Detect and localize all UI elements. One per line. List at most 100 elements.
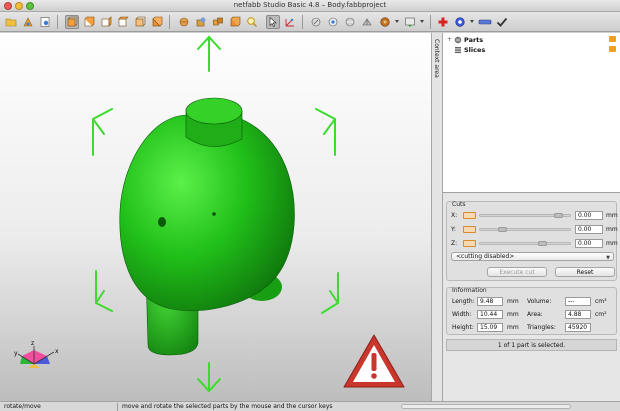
- area-value: 4.88: [565, 310, 591, 319]
- cut-row-y: Y: 0.00 mm: [451, 225, 618, 235]
- axis-triad: z y x: [14, 340, 59, 368]
- length-label: Length:: [452, 298, 475, 305]
- cut-x-toggle[interactable]: [463, 212, 476, 219]
- right-panel: + Parts Slices Cuts X: 0.00 mm Y: 0.00 m…: [443, 33, 620, 401]
- area-unit: cm²: [595, 311, 607, 318]
- axis-y-label: y: [14, 350, 18, 357]
- slider-knob[interactable]: [498, 227, 507, 232]
- 3d-model-body[interactable]: [119, 97, 295, 311]
- red-plus-icon[interactable]: [436, 15, 450, 29]
- folder-open-icon[interactable]: [4, 15, 18, 29]
- axis-label: Z:: [451, 240, 458, 247]
- repair-icon[interactable]: [309, 15, 323, 29]
- status-message: move and rotate the selected parts by th…: [122, 403, 333, 410]
- axis-x-label: x: [55, 348, 59, 355]
- axis-label: X:: [451, 212, 458, 219]
- height-value: 15.09: [477, 323, 503, 332]
- triangles-label: Triangles:: [527, 324, 556, 331]
- cut-y-slider[interactable]: [479, 227, 571, 232]
- cuts-group: Cuts X: 0.00 mm Y: 0.00 mm Z: 0.00 mm <c…: [446, 201, 618, 281]
- cut-x-slider[interactable]: [479, 213, 571, 218]
- tree-item-label: Slices: [464, 45, 486, 54]
- settings-icon[interactable]: [38, 15, 52, 29]
- execute-cut-button[interactable]: Execute cut: [487, 267, 547, 277]
- magnifier-icon[interactable]: [245, 15, 259, 29]
- cutting-mode-select[interactable]: <cutting disabled> ▼: [451, 252, 614, 261]
- slider-knob[interactable]: [554, 213, 563, 218]
- title-bar: netfabb Studio Basic 4.8 – Body.fabbproj…: [0, 0, 620, 12]
- cursor-icon[interactable]: [266, 15, 280, 29]
- tree-item-label: Parts: [464, 35, 484, 44]
- chevron-down-icon: ▼: [606, 255, 610, 261]
- window-title: netfabb Studio Basic 4.8 – Body.fabbproj…: [233, 1, 387, 9]
- materials-icon[interactable]: [378, 15, 392, 29]
- expand-icon[interactable]: +: [447, 36, 452, 43]
- axis-z-label: z: [31, 340, 34, 347]
- selection-status: 1 of 1 part is selected.: [446, 339, 617, 351]
- volume-value: ---: [565, 297, 591, 306]
- cube-iso-icon[interactable]: [177, 15, 191, 29]
- tree-item-slices[interactable]: Slices: [447, 45, 485, 54]
- cut-x-input[interactable]: 0.00: [575, 211, 603, 220]
- unit-label: mm: [606, 212, 618, 219]
- cut-z-slider[interactable]: [479, 241, 571, 246]
- height-unit: mm: [507, 324, 519, 331]
- add-part-icon[interactable]: [21, 15, 35, 29]
- analyze-icon[interactable]: [326, 15, 340, 29]
- tree-item-parts[interactable]: + Parts: [447, 35, 483, 44]
- minus-bar-icon[interactable]: [477, 15, 493, 29]
- slider-knob[interactable]: [538, 241, 547, 246]
- cube-group-icon[interactable]: [211, 15, 225, 29]
- cut-z-toggle[interactable]: [463, 240, 476, 247]
- measure-icon[interactable]: [283, 15, 297, 29]
- axis-label: Y:: [451, 226, 456, 233]
- slices-icon: [455, 46, 461, 53]
- unit-label: mm: [606, 226, 618, 233]
- cut-z-input[interactable]: 0.00: [575, 239, 603, 248]
- warning-triangle-icon[interactable]: [343, 334, 405, 388]
- gear-icon[interactable]: [453, 15, 467, 29]
- volume-unit: cm³: [595, 298, 607, 305]
- cut-row-x: X: 0.00 mm: [451, 211, 618, 221]
- cut-y-input[interactable]: 0.00: [575, 225, 603, 234]
- width-label: Width:: [452, 311, 472, 318]
- parts-icon: [454, 36, 462, 43]
- status-scrollbar[interactable]: [401, 404, 571, 409]
- project-tree: + Parts Slices: [443, 33, 620, 193]
- cube-solid-icon[interactable]: [228, 15, 242, 29]
- volume-label: Volume:: [527, 298, 552, 305]
- mesh-icon[interactable]: [343, 15, 357, 29]
- slices-badge-icon: [609, 46, 616, 52]
- triangles-value: 45920: [565, 323, 591, 332]
- cuts-title: Cuts: [452, 201, 466, 208]
- 3d-viewport[interactable]: z y x: [0, 33, 431, 401]
- width-unit: mm: [507, 311, 519, 318]
- toolbar: [0, 12, 620, 32]
- cube-back-icon[interactable]: [82, 15, 96, 29]
- information-title: Information: [452, 287, 487, 294]
- cutting-mode-value: <cutting disabled>: [456, 253, 515, 260]
- area-label: Area:: [527, 311, 543, 318]
- width-value: 10.44: [477, 310, 503, 319]
- cube-front-iso-icon[interactable]: [194, 15, 208, 29]
- cube-left-icon[interactable]: [99, 15, 113, 29]
- cube-bottom-icon[interactable]: [150, 15, 164, 29]
- context-area-tab[interactable]: Context area: [431, 33, 443, 401]
- information-group: Information Length: 9.48 mm Width: 10.44…: [446, 287, 617, 335]
- cut-row-z: Z: 0.00 mm: [451, 239, 618, 249]
- unit-label: mm: [606, 240, 618, 247]
- checkmark-icon[interactable]: [495, 15, 509, 29]
- cut-y-toggle[interactable]: [463, 226, 476, 233]
- cube-top-icon[interactable]: [133, 15, 147, 29]
- support-icon[interactable]: [360, 15, 374, 29]
- reset-button[interactable]: Reset: [555, 267, 615, 277]
- status-bar: rotate/move move and rotate the selected…: [0, 401, 620, 411]
- cube-right-icon[interactable]: [116, 15, 130, 29]
- parts-badge-icon: [609, 36, 616, 42]
- length-unit: mm: [507, 298, 519, 305]
- height-label: Height:: [452, 324, 474, 331]
- cube-front-icon[interactable]: [65, 15, 79, 29]
- context-area-label: Context area: [433, 39, 440, 78]
- export-icon[interactable]: [403, 15, 417, 29]
- length-value: 9.48: [477, 297, 503, 306]
